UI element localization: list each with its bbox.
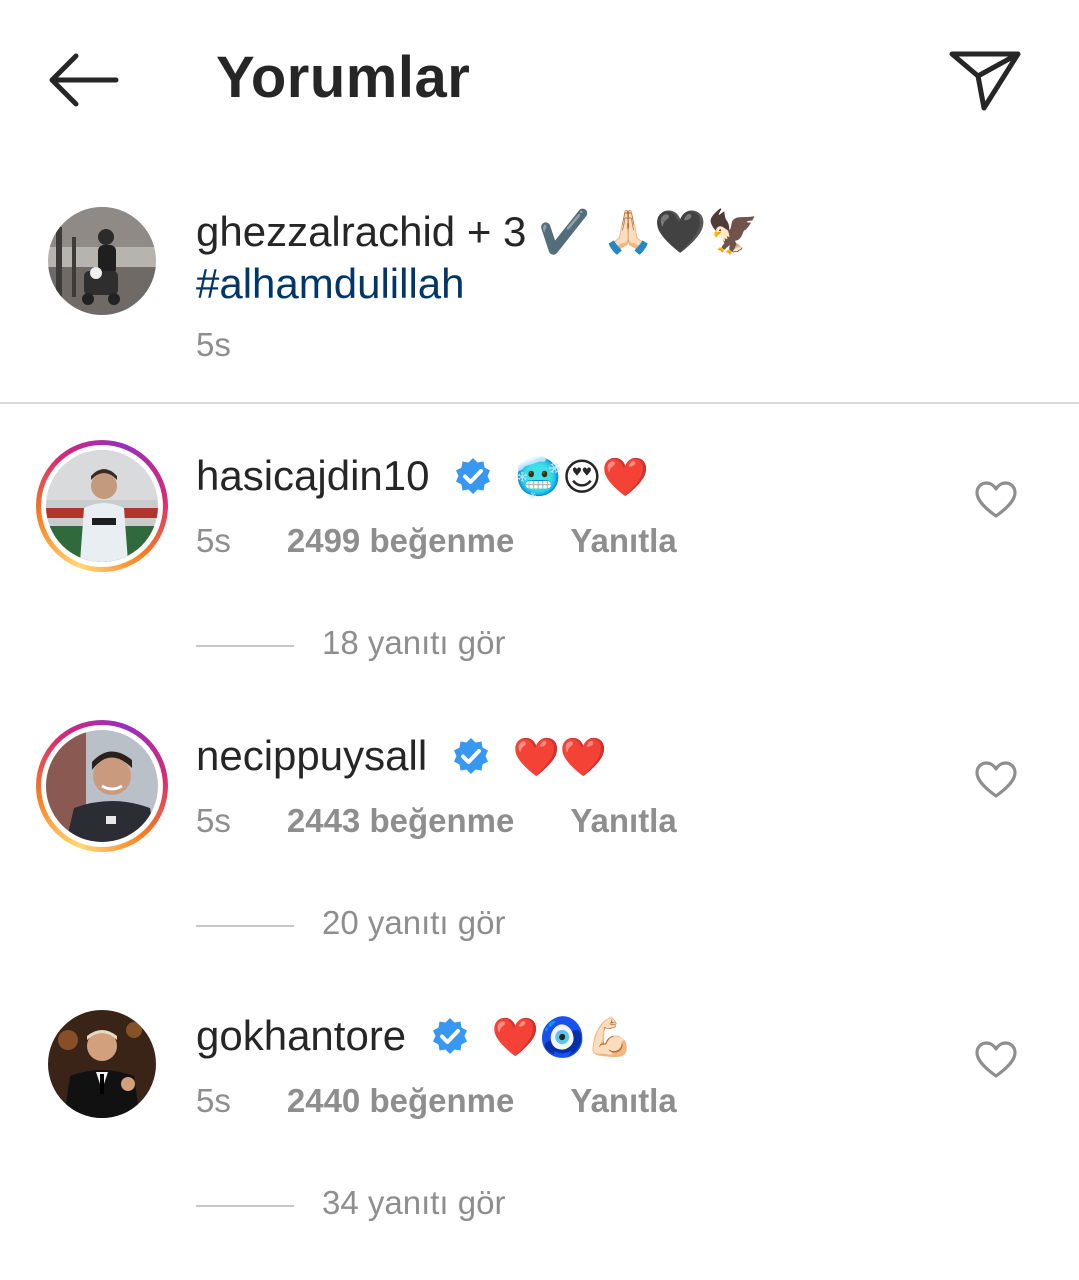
likes-count[interactable]: 2440 beğenme bbox=[287, 1082, 514, 1120]
caption-emojis: ✔️ 🙏🏻🖤🦅 bbox=[538, 208, 759, 255]
paper-plane-icon bbox=[949, 51, 1021, 111]
reply-button[interactable]: Yanıtla bbox=[570, 802, 676, 840]
arrow-left-icon bbox=[49, 53, 119, 107]
comment-timestamp: 5s bbox=[196, 1082, 231, 1119]
comment-text: hasicajdin10 🥶😍❤️ bbox=[196, 450, 649, 504]
view-replies-label: 20 yanıtı gör bbox=[322, 904, 506, 941]
replies-line bbox=[196, 645, 294, 647]
replies-line bbox=[196, 1205, 294, 1207]
avatar-photo bbox=[48, 1010, 156, 1118]
verified-badge-icon bbox=[432, 1018, 467, 1054]
heart-icon[interactable] bbox=[974, 480, 1018, 520]
verified-badge-icon bbox=[456, 458, 491, 494]
story-ring[interactable] bbox=[36, 440, 168, 572]
caption-avatar[interactable] bbox=[48, 207, 156, 315]
heart-icon[interactable] bbox=[974, 760, 1018, 800]
post-caption: ghezzalrachid + 3 ✔️ 🙏🏻🖤🦅 #alhamdulillah… bbox=[0, 180, 1079, 402]
view-replies-label: 34 yanıtı gör bbox=[322, 1184, 506, 1221]
caption-username[interactable]: ghezzalrachid bbox=[196, 208, 455, 255]
comment-username[interactable]: necippuysall bbox=[196, 732, 427, 779]
story-ring[interactable] bbox=[36, 720, 168, 852]
verified-badge-icon bbox=[453, 738, 488, 774]
commenter-avatar bbox=[46, 450, 158, 562]
commenter-avatar[interactable] bbox=[48, 1010, 156, 1118]
replies-line bbox=[196, 925, 294, 927]
comment-text: necippuysall ❤️❤️ bbox=[196, 730, 607, 784]
page-title: Yorumlar bbox=[216, 45, 471, 110]
comment-text: gokhantore ❤️🧿💪🏻 bbox=[196, 1010, 633, 1064]
avatar-photo bbox=[48, 207, 156, 315]
comment-meta: 5s 2499 beğenme Yanıtla bbox=[196, 522, 677, 560]
divider bbox=[0, 402, 1079, 404]
caption-hashtag[interactable]: #alhamdulillah bbox=[196, 260, 465, 307]
comment-timestamp: 5s bbox=[196, 802, 231, 839]
comment-item: gokhantore ❤️🧿💪🏻 5s 2440 beğenme Yanıtla 3… bbox=[0, 1000, 1079, 1280]
caption-text: ghezzalrachid + 3 ✔️ 🙏🏻🖤🦅 #alhamdulillah bbox=[196, 206, 759, 310]
avatar-photo bbox=[46, 730, 158, 842]
likes-count[interactable]: 2443 beğenme bbox=[287, 802, 514, 840]
comment-username[interactable]: hasicajdin10 bbox=[196, 452, 430, 499]
comment-timestamp: 5s bbox=[196, 522, 231, 559]
comment-item: hasicajdin10 🥶😍❤️ 5s 2499 beğenme Yanıtla … bbox=[0, 440, 1079, 720]
reply-button[interactable]: Yanıtla bbox=[570, 522, 676, 560]
caption-body: + 3 bbox=[455, 208, 539, 255]
reply-button[interactable]: Yanıtla bbox=[570, 1082, 676, 1120]
caption-timestamp: 5s bbox=[196, 326, 231, 363]
comment-emojis: ❤️❤️ bbox=[512, 737, 608, 779]
comment-emojis: ❤️🧿💪🏻 bbox=[491, 1017, 634, 1059]
comment-meta: 5s 2443 beğenme Yanıtla bbox=[196, 802, 677, 840]
comment-username[interactable]: gokhantore bbox=[196, 1012, 406, 1059]
heart-icon[interactable] bbox=[974, 1040, 1018, 1080]
back-button[interactable] bbox=[44, 44, 124, 116]
top-bar: Yorumlar bbox=[0, 0, 1079, 160]
comment-item: necippuysall ❤️❤️ 5s 2443 beğenme Yanıtla … bbox=[0, 720, 1079, 1000]
share-button[interactable] bbox=[944, 42, 1026, 118]
commenter-avatar bbox=[46, 730, 158, 842]
comment-emojis: 🥶😍❤️ bbox=[514, 457, 650, 499]
comment-meta: 5s 2440 beğenme Yanıtla bbox=[196, 1082, 677, 1120]
view-replies-label: 18 yanıtı gör bbox=[322, 624, 506, 661]
likes-count[interactable]: 2499 beğenme bbox=[287, 522, 514, 560]
avatar-photo bbox=[46, 450, 158, 562]
